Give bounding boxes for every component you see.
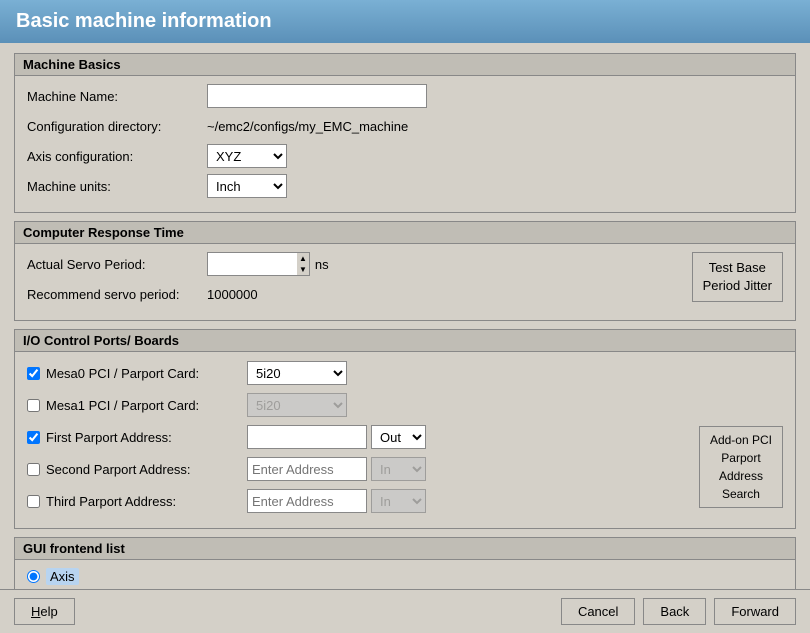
machine-basics-section: Machine Basics Machine Name: my_EMC_mach… — [14, 53, 796, 213]
io-title: I/O Control Ports/ Boards — [15, 330, 795, 352]
first-parport-row: First Parport Address: 0x0278 Out In — [27, 424, 681, 450]
gui-axis-row: Axis — [27, 568, 783, 585]
second-parport-label-wrap: Second Parport Address: — [27, 462, 247, 477]
config-dir-value: ~/emc2/configs/my_EMC_machine — [207, 119, 408, 134]
axis-config-label: Axis configuration: — [27, 149, 207, 164]
gui-body: Axis TKemc Mini Touchy — [15, 560, 795, 589]
io-body: Mesa0 PCI / Parport Card: 5i20 Mesa1 PCI… — [15, 352, 795, 528]
window-title: Basic machine information — [16, 10, 272, 32]
servo-period-input[interactable]: 1000000 — [207, 252, 297, 276]
mesa0-label-wrap: Mesa0 PCI / Parport Card: — [27, 366, 247, 381]
machine-name-input[interactable]: my_EMC_machine — [207, 84, 427, 108]
first-parport-label: First Parport Address: — [46, 430, 172, 445]
second-parport-row: Second Parport Address: In Out — [27, 456, 681, 482]
second-parport-input[interactable] — [247, 457, 367, 481]
machine-units-row: Machine units: Inch mm — [27, 174, 783, 198]
footer: Help Cancel Back Forward — [0, 589, 810, 633]
third-parport-label: Third Parport Address: — [46, 494, 176, 509]
config-dir-row: Configuration directory: ~/emc2/configs/… — [27, 114, 783, 138]
second-parport-input-wrap: In Out — [247, 457, 426, 481]
machine-name-label: Machine Name: — [27, 89, 207, 104]
spin-buttons: ▲ ▼ — [297, 252, 310, 276]
main-window: Basic machine information Machine Basics… — [0, 0, 810, 633]
machine-basics-title: Machine Basics — [15, 54, 795, 76]
ns-label: ns — [315, 257, 329, 272]
back-button[interactable]: Back — [643, 598, 706, 625]
mesa1-label: Mesa1 PCI / Parport Card: — [46, 398, 199, 413]
mesa1-row: Mesa1 PCI / Parport Card: 5i20 — [27, 392, 783, 418]
second-parport-dir-select[interactable]: In Out — [371, 457, 426, 481]
crt-section: Computer Response Time Actual Servo Peri… — [14, 221, 796, 321]
mesa0-label: Mesa0 PCI / Parport Card: — [46, 366, 199, 381]
second-parport-label: Second Parport Address: — [46, 462, 191, 477]
third-parport-label-wrap: Third Parport Address: — [27, 494, 247, 509]
io-section: I/O Control Ports/ Boards Mesa0 PCI / Pa… — [14, 329, 796, 529]
title-bar: Basic machine information — [0, 0, 810, 43]
config-dir-label: Configuration directory: — [27, 119, 207, 134]
third-parport-input[interactable] — [247, 489, 367, 513]
machine-units-select[interactable]: Inch mm — [207, 174, 287, 198]
second-parport-checkbox[interactable] — [27, 463, 40, 476]
cancel-button[interactable]: Cancel — [561, 598, 635, 625]
help-button[interactable]: Help — [14, 598, 75, 625]
mesa1-select[interactable]: 5i20 — [247, 393, 347, 417]
main-content: Machine Basics Machine Name: my_EMC_mach… — [0, 43, 810, 589]
mesa1-label-wrap: Mesa1 PCI / Parport Card: — [27, 398, 247, 413]
mesa0-checkbox[interactable] — [27, 367, 40, 380]
third-parport-checkbox[interactable] — [27, 495, 40, 508]
recommend-row: Recommend servo period: 1000000 — [27, 282, 692, 306]
footer-right: Cancel Back Forward — [561, 598, 796, 625]
first-parport-input-wrap: 0x0278 Out In — [247, 425, 426, 449]
machine-name-row: Machine Name: my_EMC_machine — [27, 84, 783, 108]
test-period-jitter-button[interactable]: Test Base Period Jitter — [692, 252, 783, 302]
first-parport-input[interactable]: 0x0278 — [247, 425, 367, 449]
axis-config-select[interactable]: XYZ XYZA XZ XYZU — [207, 144, 287, 168]
spin-up-button[interactable]: ▲ — [297, 253, 309, 264]
mesa0-row: Mesa0 PCI / Parport Card: 5i20 — [27, 360, 783, 386]
crt-title: Computer Response Time — [15, 222, 795, 244]
gui-title: GUI frontend list — [15, 538, 795, 560]
axis-config-row: Axis configuration: XYZ XYZA XZ XYZU — [27, 144, 783, 168]
first-parport-label-wrap: First Parport Address: — [27, 430, 247, 445]
third-parport-row: Third Parport Address: In Out — [27, 488, 681, 514]
footer-left: Help — [14, 598, 75, 625]
machine-basics-body: Machine Name: my_EMC_machine Configurati… — [15, 76, 795, 212]
machine-units-label: Machine units: — [27, 179, 207, 194]
gui-axis-label: Axis — [46, 568, 79, 585]
crt-inner: Actual Servo Period: 1000000 ▲ ▼ ns — [27, 252, 783, 312]
third-parport-dir-select[interactable]: In Out — [371, 489, 426, 513]
parport-rows: First Parport Address: 0x0278 Out In — [27, 424, 681, 520]
mesa0-select[interactable]: 5i20 — [247, 361, 347, 385]
forward-button[interactable]: Forward — [714, 598, 796, 625]
recommend-label: Recommend servo period: — [27, 287, 207, 302]
crt-fields: Actual Servo Period: 1000000 ▲ ▼ ns — [27, 252, 692, 312]
addon-pci-button[interactable]: Add-on PCI Parport Address Search — [699, 426, 783, 508]
servo-period-row: Actual Servo Period: 1000000 ▲ ▼ ns — [27, 252, 692, 276]
addon-pci-wrap: Add-on PCI Parport Address Search — [691, 424, 783, 508]
parport-group: First Parport Address: 0x0278 Out In — [27, 424, 783, 520]
recommend-value: 1000000 — [207, 287, 258, 302]
first-parport-dir-select[interactable]: Out In — [371, 425, 426, 449]
third-parport-input-wrap: In Out — [247, 489, 426, 513]
first-parport-checkbox[interactable] — [27, 431, 40, 444]
spin-down-button[interactable]: ▼ — [297, 264, 309, 275]
gui-section: GUI frontend list Axis TKemc Mini Touchy — [14, 537, 796, 589]
gui-axis-radio[interactable] — [27, 570, 40, 583]
crt-body: Actual Servo Period: 1000000 ▲ ▼ ns — [15, 244, 795, 320]
mesa1-checkbox[interactable] — [27, 399, 40, 412]
servo-period-label: Actual Servo Period: — [27, 257, 207, 272]
spinbox-wrap: 1000000 ▲ ▼ ns — [207, 252, 329, 276]
